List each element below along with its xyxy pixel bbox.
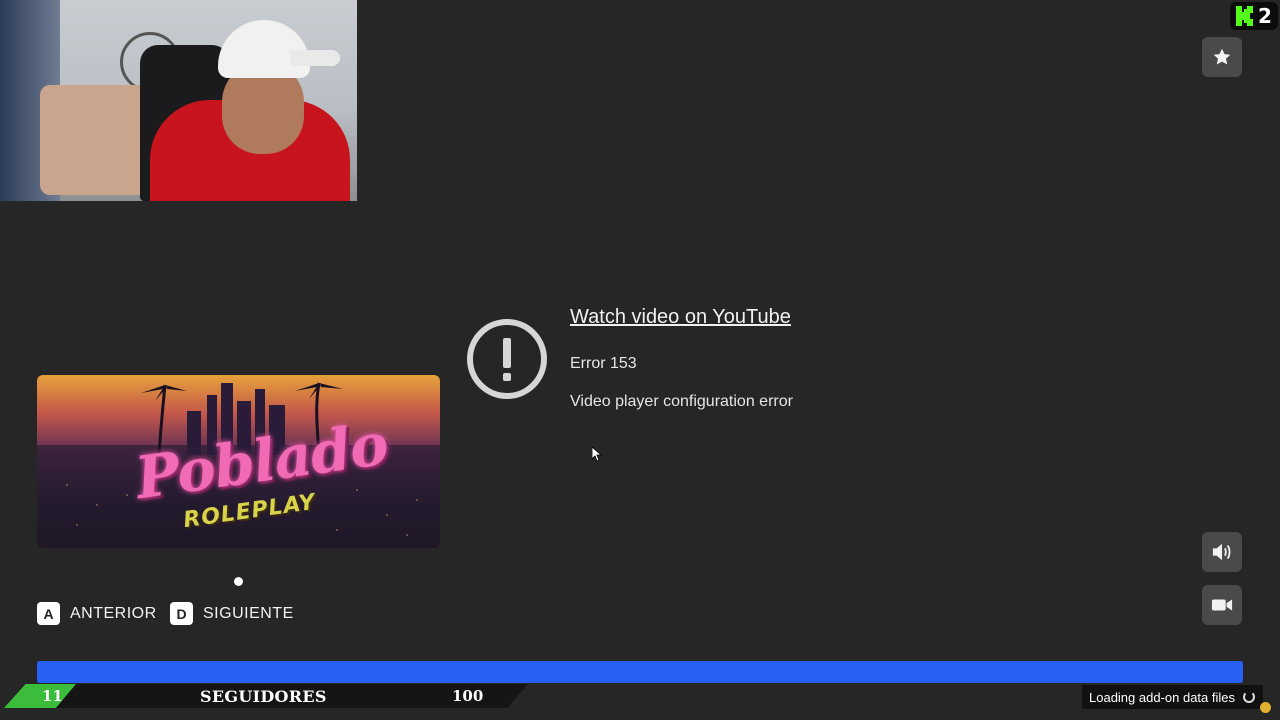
followers-label: SEGUIDORES xyxy=(200,687,327,706)
previous-button[interactable]: A ANTERIOR xyxy=(37,602,157,625)
webcam-person-cap-brim xyxy=(290,50,340,66)
loading-progress-bar xyxy=(37,661,1243,683)
next-label: SIGUIENTE xyxy=(203,604,294,622)
kick-logo-icon xyxy=(1236,6,1253,26)
followers-goal-bar: 11 SEGUIDORES 100 xyxy=(0,684,530,708)
webcam-feed xyxy=(0,0,357,201)
next-button[interactable]: D SIGUIENTE xyxy=(170,602,294,625)
followers-goal: 100 xyxy=(452,687,484,705)
video-camera-icon xyxy=(1211,599,1233,611)
mouse-cursor-icon xyxy=(592,447,602,461)
youtube-error-panel: Watch video on YouTube Error 153 Video p… xyxy=(466,300,886,430)
kick-viewer-count: 2 xyxy=(1258,4,1272,28)
loading-progress-fill xyxy=(37,661,1243,683)
key-hint-a: A xyxy=(37,602,60,625)
key-hint-d: D xyxy=(170,602,193,625)
followers-current: 11 xyxy=(42,687,63,705)
error-icon xyxy=(467,319,547,399)
previous-label: ANTERIOR xyxy=(70,604,157,622)
emoji-icon xyxy=(1260,702,1271,713)
loading-spinner-icon xyxy=(1243,691,1256,703)
favorite-button[interactable] xyxy=(1202,37,1242,77)
server-banner-image: Poblado ROLEPLAY xyxy=(37,375,440,548)
loading-status: Loading add-on data files xyxy=(1082,685,1264,709)
kick-viewer-badge: 2 xyxy=(1230,2,1278,30)
loading-status-text: Loading add-on data files xyxy=(1089,689,1236,705)
volume-button[interactable] xyxy=(1202,532,1242,572)
star-icon xyxy=(1213,48,1231,65)
volume-icon xyxy=(1212,543,1231,561)
camera-button[interactable] xyxy=(1202,585,1242,625)
watch-on-youtube-link[interactable]: Watch video on YouTube xyxy=(570,306,791,329)
error-message: Video player configuration error xyxy=(570,393,793,410)
carousel-page-indicator xyxy=(234,577,243,586)
error-code: Error 153 xyxy=(570,355,637,372)
webcam-person-cap xyxy=(218,20,310,78)
